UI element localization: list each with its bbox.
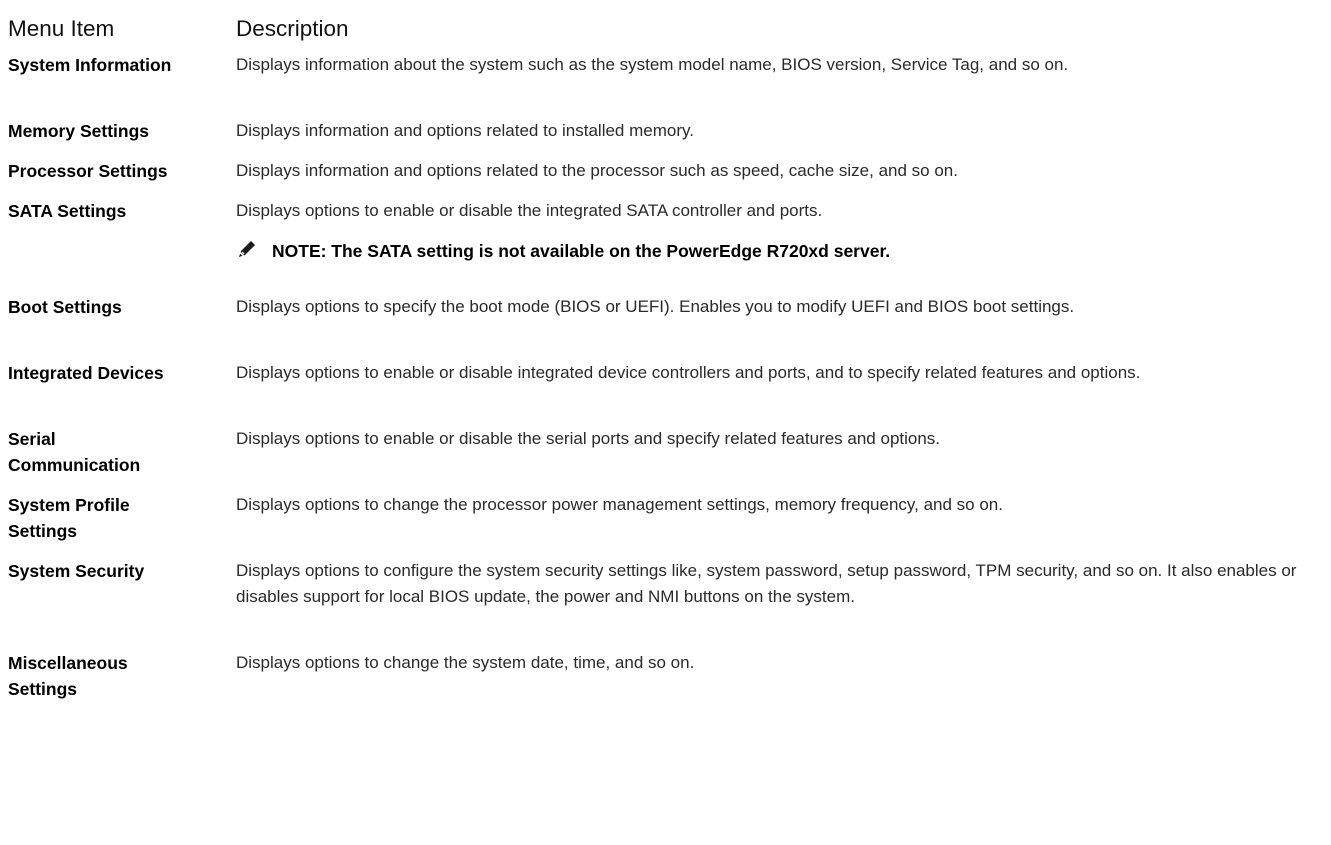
menu-item-description: Displays information and options related… xyxy=(236,161,958,180)
note-text: NOTE: The SATA setting is not available … xyxy=(272,241,891,261)
header-description: Description xyxy=(236,16,349,41)
menu-item-label: Processor Settings xyxy=(8,161,168,181)
table-row: Miscellaneous Settings Displays options … xyxy=(8,650,1324,710)
menu-item-label: Serial Communication xyxy=(8,429,141,475)
menu-item-description: Displays information about the system su… xyxy=(236,55,1069,74)
menu-item-description: Displays options to change the processor… xyxy=(236,495,1003,514)
table-row: Serial Communication Displays options to… xyxy=(8,426,1324,492)
menu-item-label: Miscellaneous Settings xyxy=(8,653,128,699)
note-callout: NOTE: The SATA setting is not available … xyxy=(8,234,1324,294)
menu-item-description: Displays options to specify the boot mod… xyxy=(236,297,1075,316)
menu-item-description: Displays options to change the system da… xyxy=(236,653,695,672)
menu-item-label: System Security xyxy=(8,561,145,581)
table-row: System Security Displays options to conf… xyxy=(8,558,1324,650)
menu-item-description: Displays information and options related… xyxy=(236,121,694,140)
menu-item-label: System Profile Settings xyxy=(8,495,130,541)
menu-item-label: SATA Settings xyxy=(8,201,127,221)
header-menu-item: Menu Item xyxy=(8,16,115,41)
table-row: SATA Settings Displays options to enable… xyxy=(8,198,1324,234)
menu-item-description: Displays options to enable or disable th… xyxy=(236,429,941,448)
table-row: Integrated Devices Displays options to e… xyxy=(8,360,1324,426)
menu-item-label: Integrated Devices xyxy=(8,363,164,383)
menu-item-label: System Information xyxy=(8,55,172,75)
table-row: Memory Settings Displays information and… xyxy=(8,118,1324,158)
note-pencil-icon xyxy=(236,238,258,260)
table-row: Boot Settings Displays options to specif… xyxy=(8,294,1324,360)
menu-item-description: Displays options to enable or disable th… xyxy=(236,201,823,220)
table-row: System Information Displays information … xyxy=(8,52,1324,118)
table-row: System Profile Settings Displays options… xyxy=(8,492,1324,558)
table-header: Menu Item Description xyxy=(8,0,1324,52)
menu-item-description: Displays options to configure the system… xyxy=(236,561,1297,606)
menu-item-label: Boot Settings xyxy=(8,297,122,317)
table-row: Processor Settings Displays information … xyxy=(8,158,1324,198)
menu-items-table: Menu Item Description System Information… xyxy=(8,0,1324,710)
menu-item-description: Displays options to enable or disable in… xyxy=(236,363,1141,382)
menu-item-label: Memory Settings xyxy=(8,121,149,141)
